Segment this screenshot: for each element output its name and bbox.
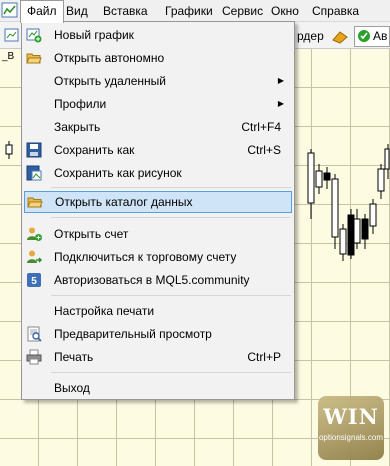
candle — [384, 148, 390, 170]
candle — [307, 152, 315, 204]
menu-item-label: Сохранить как рисунок — [54, 166, 182, 180]
print-preview-icon — [26, 326, 42, 342]
menu-item-close[interactable]: Закрыть Ctrl+F4 — [23, 116, 293, 138]
candle — [339, 228, 347, 255]
candle — [347, 214, 355, 256]
menu-item-label: Профили — [54, 97, 107, 111]
mql5-icon: 5 — [26, 272, 42, 288]
svg-text:5: 5 — [31, 276, 37, 287]
menu-item-shortcut: Ctrl+S — [247, 143, 281, 157]
printer-icon — [26, 349, 42, 365]
menu-item-new-chart[interactable]: Новый график — [23, 24, 293, 46]
candle — [377, 168, 385, 192]
menu-item-profiles[interactable]: Профили ▶ — [23, 93, 293, 115]
watermark-logo: WIN optionsignals.com — [318, 396, 384, 460]
candle — [331, 178, 339, 238]
submenu-arrow-icon: ▶ — [277, 99, 284, 108]
new-chart-toolbar-icon[interactable] — [4, 26, 20, 46]
candle — [323, 172, 331, 181]
menu-insert[interactable]: Вставка — [97, 0, 154, 22]
app-logo-icon — [1, 2, 19, 19]
menu-item-shortcut: Ctrl+P — [247, 350, 281, 364]
menu-item-print-preview[interactable]: Предварительный просмотр — [23, 323, 293, 345]
menu-item-label: Настройка печати — [54, 304, 155, 318]
menubar: Файл Вид Вставка Графики Сервис Окно Спр… — [0, 0, 390, 23]
autotrading-label: Ав — [373, 29, 388, 43]
menu-item-open-offline[interactable]: Открыть автономно — [23, 47, 293, 69]
menu-item-label: Предварительный просмотр — [54, 327, 212, 341]
expert-icon[interactable] — [330, 26, 350, 46]
menu-item-open-account[interactable]: Открыть счет — [23, 223, 293, 245]
autotrading-button[interactable]: Ав — [354, 26, 390, 47]
menu-item-label: Авторизоваться в MQL5.community — [54, 273, 250, 287]
file-menu: Новый график Открыть автономно Открыть у… — [21, 21, 295, 400]
menu-separator — [51, 295, 291, 296]
new-chart-icon — [26, 27, 42, 43]
candle — [361, 218, 369, 240]
menu-help[interactable]: Справка — [306, 0, 365, 22]
watermark-site: optionsignals.com — [318, 433, 384, 442]
menu-item-exit[interactable]: Выход — [23, 377, 293, 399]
candle — [353, 218, 361, 244]
menu-item-open-data-folder[interactable]: Открыть каталог данных — [24, 191, 292, 213]
menu-item-label: Открыть счет — [54, 227, 129, 241]
menu-separator — [51, 217, 291, 218]
menu-item-label: Сохранить как — [54, 143, 135, 157]
watermark-title: WIN — [323, 404, 379, 429]
folder-icon — [27, 194, 43, 210]
menu-file[interactable]: Файл — [20, 0, 64, 23]
menu-item-label: Открыть удаленный — [54, 74, 166, 88]
menu-item-login-mql5[interactable]: 5 Авторизоваться в MQL5.community — [23, 269, 293, 291]
menu-view[interactable]: Вид — [60, 0, 94, 22]
menu-item-label: Новый график — [54, 28, 134, 42]
menu-item-label: Открыть автономно — [54, 51, 165, 65]
menu-window[interactable]: Окно — [265, 0, 305, 22]
open-folder-icon — [26, 50, 42, 66]
menu-item-print[interactable]: Печать Ctrl+P — [23, 346, 293, 368]
candle — [315, 170, 323, 188]
menu-separator — [51, 187, 291, 188]
menu-item-save-as[interactable]: Сохранить как Ctrl+S — [23, 139, 293, 161]
menu-item-label: Подключиться к торговому счету — [54, 250, 237, 264]
menu-item-connect-account[interactable]: Подключиться к торговому счету — [23, 246, 293, 268]
menu-tools[interactable]: Сервис — [216, 0, 269, 22]
menu-item-print-setup[interactable]: Настройка печати — [23, 300, 293, 322]
menu-item-open-remote[interactable]: Открыть удаленный ▶ — [23, 70, 293, 92]
add-user-icon — [26, 226, 42, 242]
menu-item-shortcut: Ctrl+F4 — [241, 120, 281, 134]
save-icon — [26, 142, 42, 158]
save-picture-icon — [26, 165, 42, 181]
menu-item-label: Печать — [54, 350, 94, 364]
menu-item-label: Выход — [54, 381, 90, 395]
candle — [369, 203, 377, 227]
candle — [5, 144, 13, 155]
menu-item-label: Закрыть — [54, 120, 101, 134]
submenu-arrow-icon: ▶ — [277, 76, 284, 85]
menu-item-label: Открыть каталог данных — [55, 195, 193, 209]
new-order-button-label[interactable]: рдер — [297, 28, 324, 48]
menu-item-save-as-picture[interactable]: Сохранить как рисунок — [23, 162, 293, 184]
menu-separator — [51, 372, 291, 373]
menu-charts[interactable]: Графики — [159, 0, 219, 22]
connect-user-icon — [26, 249, 43, 265]
